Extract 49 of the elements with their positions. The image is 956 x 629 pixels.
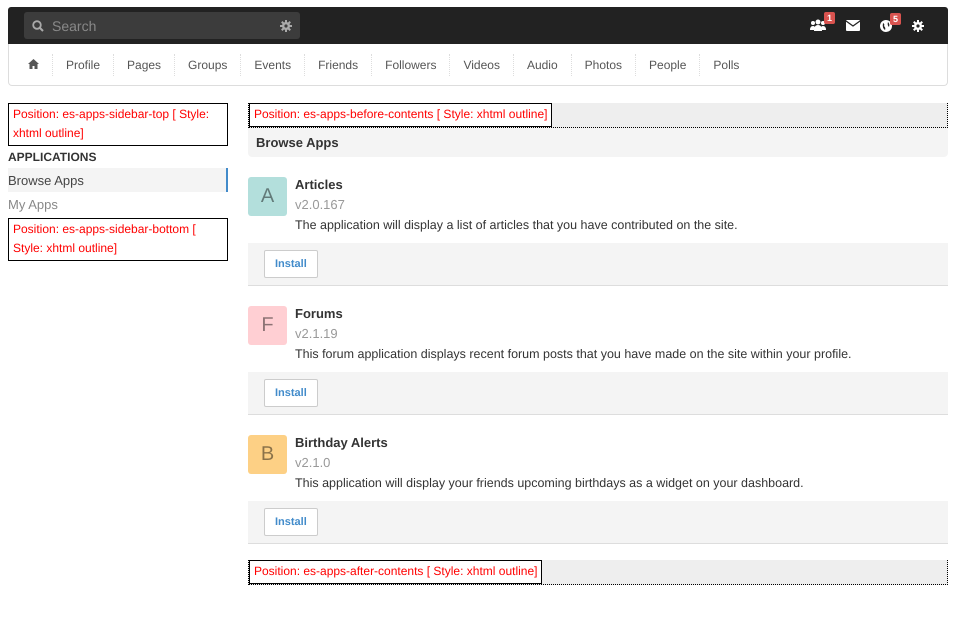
- sidebar-item[interactable]: My Apps: [8, 192, 228, 216]
- nav-link[interactable]: Friends: [304, 54, 372, 76]
- app-version: v2.1.19: [295, 325, 339, 343]
- search-field[interactable]: Search: [24, 12, 300, 39]
- page-title: Browse Apps: [248, 128, 948, 157]
- app-description: This application will display your friends upcoming birthdays as a widget on your dashboard.: [295, 475, 804, 492]
- app-name: Birthday Alerts: [295, 434, 389, 452]
- mail-icon: [846, 20, 860, 31]
- notification-badge: 1: [824, 12, 835, 24]
- nav-link[interactable]: Polls: [699, 54, 752, 76]
- nav-link[interactable]: Pages: [113, 54, 174, 76]
- nav-link[interactable]: Groups: [174, 54, 240, 76]
- sidebar-item[interactable]: Browse Apps: [8, 168, 228, 192]
- search-input[interactable]: Search: [50, 16, 274, 34]
- toolbar-button[interactable]: [912, 20, 924, 32]
- app-version: v2.0.167: [295, 196, 346, 214]
- people-icon: [810, 19, 826, 32]
- globe-icon: [880, 20, 892, 32]
- module-position-label: Position: es-apps-before-contents [ Style: xhtml outline]: [249, 103, 552, 127]
- nav-link[interactable]: Photos: [570, 54, 636, 76]
- install-button[interactable]: Install: [264, 379, 318, 407]
- app-name: Forums: [295, 305, 344, 323]
- app-name: Articles: [295, 176, 344, 194]
- toolbar-button[interactable]: [846, 20, 860, 31]
- module-position-label: Position: es-apps-sidebar-top [ Style: xhtml outline]: [8, 103, 228, 146]
- settings-icon[interactable]: [280, 20, 292, 32]
- home-icon: [28, 58, 39, 68]
- toolbar-button[interactable]: [810, 19, 826, 32]
- app-description: The application will display a list of articles that you have contributed on the site.: [295, 217, 738, 234]
- app-description: This forum application displays recent forum posts that you have made on the site within your profile.: [295, 346, 852, 363]
- toolbar-button[interactable]: [880, 20, 892, 32]
- nav-link[interactable]: Followers: [371, 54, 450, 76]
- section-heading: APPLICATIONS: [8, 150, 98, 164]
- notification-badge: 5: [890, 12, 901, 24]
- app-avatar: F: [248, 306, 287, 345]
- nav-link[interactable]: Videos: [449, 54, 513, 76]
- module-position-label: Position: es-apps-sidebar-bottom [ Style: xhtml outline]: [8, 218, 228, 261]
- app-version: v2.1.0: [295, 454, 332, 472]
- app-avatar: A: [248, 177, 287, 216]
- install-button[interactable]: Install: [264, 250, 318, 278]
- search-icon: [32, 20, 44, 32]
- settings-icon: [912, 20, 924, 32]
- nav-link[interactable]: Events: [240, 54, 304, 76]
- nav-link[interactable]: Profile: [52, 54, 114, 76]
- nav-link[interactable]: People: [635, 54, 700, 76]
- nav-link[interactable]: Audio: [512, 54, 571, 76]
- module-position-label: Position: es-apps-after-contents [ Style: xhtml outline]: [249, 560, 542, 584]
- install-button[interactable]: Install: [264, 508, 318, 536]
- app-avatar: B: [248, 435, 287, 474]
